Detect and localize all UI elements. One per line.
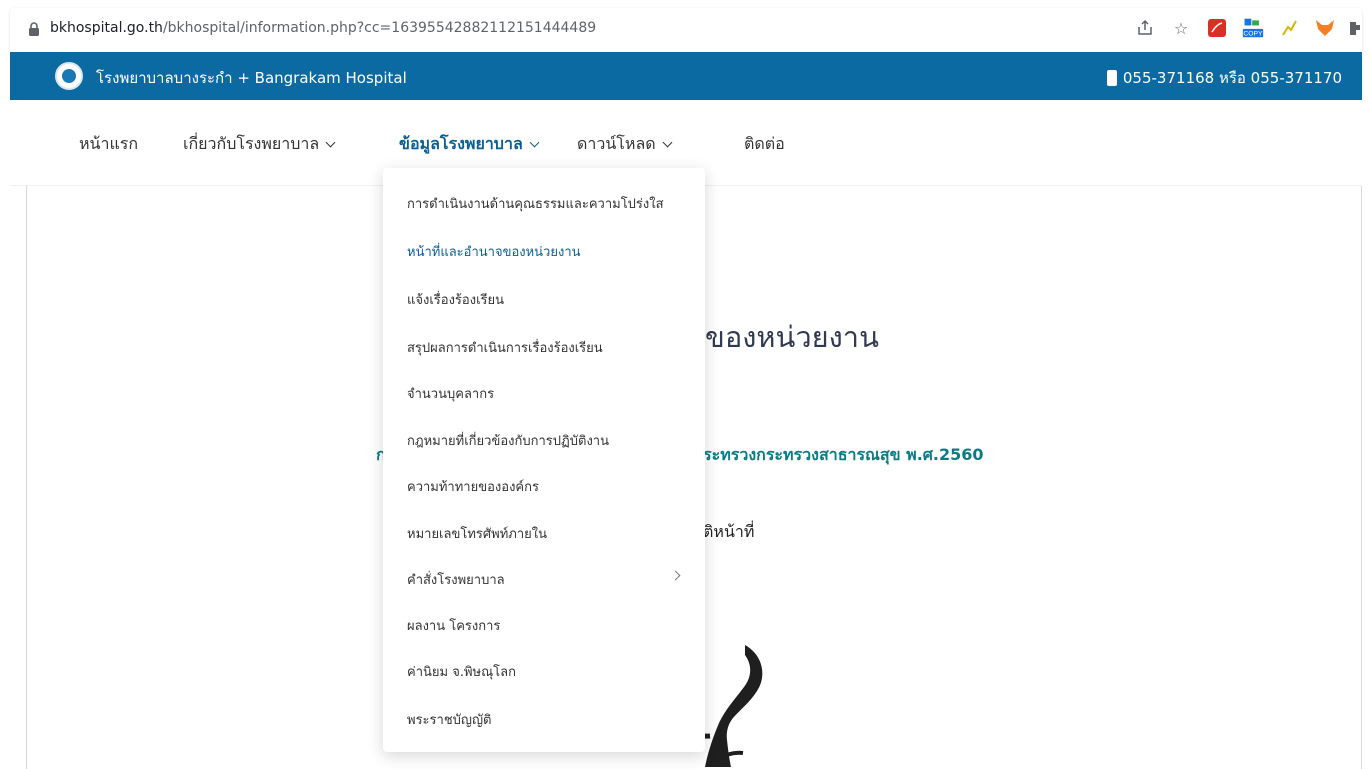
pdf-extension-icon[interactable] [1206, 16, 1228, 40]
share-icon[interactable] [1134, 16, 1156, 40]
nav-item-information[interactable]: ข้อมูลโรงพยาบาล [399, 132, 540, 157]
phone-icon [1106, 70, 1117, 86]
nav-item-contact[interactable]: ติดต่อ [744, 132, 785, 157]
chevron-down-icon [529, 137, 540, 148]
dropdown-item-transparency[interactable]: การดำเนินงานด้านคุณธรรมและความโปร่งใส [407, 193, 664, 214]
star-icon[interactable]: ☆ [1170, 16, 1192, 40]
dropdown-item-laws[interactable]: กฎหมายที่เกี่ยวข้องกับการปฏิบัติงาน [407, 430, 609, 451]
chevron-right-icon [670, 570, 681, 581]
hospital-logo-icon [55, 62, 83, 90]
dropdown-item-internal-phones[interactable]: หมายเลขโทรศัพท์ภายใน [407, 523, 547, 544]
dropdown-item-projects[interactable]: ผลงาน โครงการ [407, 615, 500, 636]
phone-info: 055-371168 หรือ 055-371170 [1106, 66, 1342, 90]
copy-extension-icon[interactable]: COPY [1242, 16, 1264, 40]
page-heading: ของหน่วยงาน [705, 320, 879, 354]
dropdown-item-royal-acts[interactable]: พระราชบัญญัติ [407, 709, 492, 730]
nav-item-home[interactable]: หน้าแรก [79, 132, 138, 157]
puzzle-icon[interactable] [1350, 16, 1362, 40]
site-title: โรงพยาบาลบางระกำ + Bangrakam Hospital [96, 69, 407, 87]
copy-badge-text: COPY [1243, 31, 1263, 38]
site-topbar: โรงพยาบาลบางระกำ + Bangrakam Hospital 05… [10, 52, 1362, 100]
dropdown-item-complaint-summary[interactable]: สรุปผลการดำเนินการเรื่องร้องเรียน [407, 337, 603, 358]
dropdown-item-challenges[interactable]: ความท้าทายขององค์กร [407, 476, 539, 497]
duty-text: ติหน้าที่ [703, 522, 755, 541]
dropdown-item-hospital-orders[interactable]: คำสั่งโรงพยาบาล [407, 569, 505, 590]
url-path: /bkhospital/information.php?cc=163955428… [162, 20, 597, 36]
law-text: ระทรวงกระทรวงสาธารณสุข พ.ศ.2560 [703, 445, 984, 464]
nav-item-download[interactable]: ดาวน์โหลด [577, 132, 673, 157]
chevron-down-icon [325, 137, 336, 148]
dropdown-item-values[interactable]: ค่านิยม จ.พิษณุโลก [407, 661, 516, 682]
browser-url[interactable]: bkhospital.go.th/bkhospital/information.… [50, 20, 596, 36]
url-host: bkhospital.go.th [50, 20, 163, 36]
information-dropdown-menu: การดำเนินงานด้านคุณธรรมและความโปร่งใส หน… [383, 168, 705, 752]
browser-toolbar-icons: ☆ COPY [1134, 16, 1362, 40]
dropdown-item-duties[interactable]: หน้าที่และอำนาจของหน่วยงาน [407, 241, 581, 262]
nav-item-about[interactable]: เกี่ยวกับโรงพยาบาล [183, 132, 336, 157]
dropdown-item-staff-count[interactable]: จำนวนบุคลากร [407, 383, 494, 404]
browser-address-bar[interactable]: bkhospital.go.th/bkhospital/information.… [10, 8, 1362, 52]
fox-extension-icon[interactable] [1314, 16, 1336, 40]
phone-number: 055-371168 หรือ 055-371170 [1122, 69, 1342, 87]
lightning-extension-icon[interactable] [1278, 16, 1300, 40]
chevron-down-icon [662, 137, 673, 148]
dropdown-item-complaint[interactable]: แจ้งเรื่องร้องเรียน [407, 289, 504, 310]
lock-icon [29, 22, 39, 36]
